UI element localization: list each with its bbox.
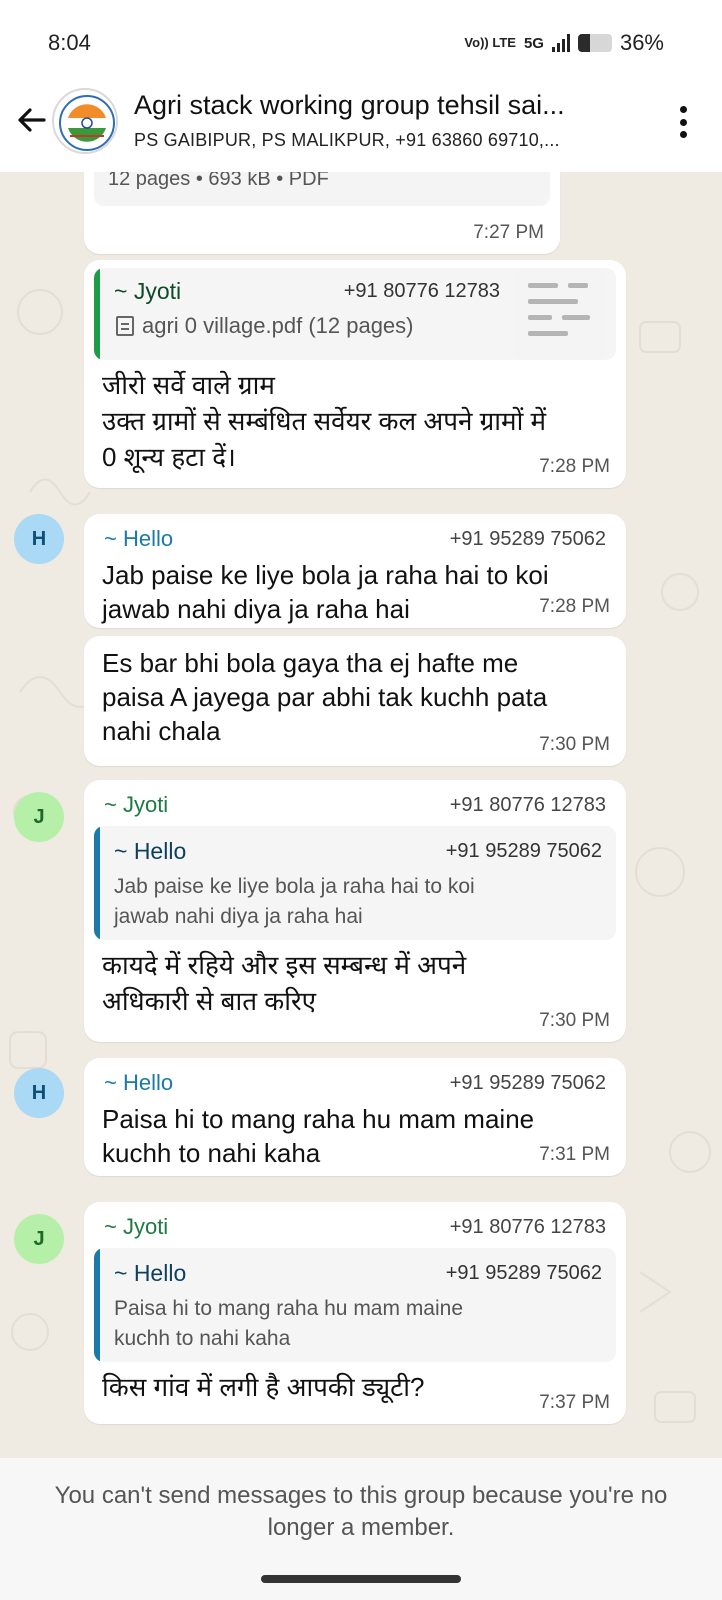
quote-text-line: Paisa hi to mang raha hu mam maine xyxy=(114,1297,464,1320)
signal-icon xyxy=(551,34,570,52)
message-text-line: अधिकारी से बात करिए xyxy=(102,986,317,1016)
chat-area[interactable]: 12 pages • 693 kB • PDF 7:27 PM ~ Jyoti … xyxy=(0,172,722,1458)
message-time: 7:30 PM xyxy=(539,734,610,755)
status-time: 8:04 xyxy=(48,30,91,55)
quote-sender: ~ Hello xyxy=(114,1260,187,1286)
avatar[interactable]: J xyxy=(14,1214,64,1264)
quoted-message[interactable]: ~ Hello +91 95289 75062 Jab paise ke liy… xyxy=(94,826,616,940)
battery-percent: 36% xyxy=(619,30,664,55)
document-preview[interactable]: 12 pages • 693 kB • PDF xyxy=(94,172,550,206)
message-time: 7:28 PM xyxy=(539,456,610,477)
message-time: 7:37 PM xyxy=(539,1392,610,1413)
message-bubble[interactable]: Es bar bhi bola gaya tha ej hafte me pai… xyxy=(84,636,626,766)
message-bubble[interactable]: ~ Jyoti +91 80776 12783 ~ Hello +91 9528… xyxy=(84,1202,626,1424)
message-text-line: किस गांव में लगी है आपकी ड्यूटी? xyxy=(102,1372,425,1402)
quoted-document[interactable]: ~ Jyoti +91 80776 12783 agri 0 village.p… xyxy=(94,268,616,360)
sender-phone: +91 95289 75062 xyxy=(449,1072,606,1094)
quote-sender: ~ Jyoti xyxy=(114,278,182,304)
chat-header[interactable]: Agri stack working group tehsil sai... P… xyxy=(0,88,722,172)
message-bubble[interactable]: ~ Hello +91 95289 75062 Paisa hi to mang… xyxy=(84,1058,626,1176)
message-text-line: 0 शून्य हटा दें। xyxy=(102,442,236,472)
quote-text-line: Jab paise ke liye bola ja raha hai to ko… xyxy=(114,875,475,898)
quote-phone: +91 80776 12783 xyxy=(343,280,500,302)
avatar[interactable]: H xyxy=(14,514,64,564)
quote-doc-name: agri 0 village.pdf (12 pages) xyxy=(142,313,414,338)
quote-text-line: kuchh to nahi kaha xyxy=(114,1327,291,1350)
network-type: 5G xyxy=(523,34,544,52)
message-bubble[interactable]: ~ Jyoti +91 80776 12783 ~ Hello +91 9528… xyxy=(84,780,626,1042)
sender-name[interactable]: ~ Hello xyxy=(104,1070,173,1096)
sender-phone: +91 95289 75062 xyxy=(449,528,606,550)
message-text-line: उक्त ग्रामों से सम्बंधित सर्वेयर कल अपने… xyxy=(102,406,547,436)
message-text-line: Jab paise ke liye bola ja raha hai to ko… xyxy=(102,560,549,590)
document-icon xyxy=(116,316,134,336)
quoted-message[interactable]: ~ Hello +91 95289 75062 Paisa hi to mang… xyxy=(94,1248,616,1362)
quote-text-line: jawab nahi diya ja raha hai xyxy=(114,905,363,928)
sender-name[interactable]: ~ Jyoti xyxy=(104,1214,168,1240)
message-time: 7:31 PM xyxy=(539,1144,610,1165)
sender-name[interactable]: ~ Jyoti xyxy=(104,792,168,818)
group-title[interactable]: Agri stack working group tehsil sai... xyxy=(134,90,654,121)
group-members[interactable]: PS GAIBIPUR, PS MALIKPUR, +91 63860 6971… xyxy=(134,130,654,151)
avatar[interactable]: H xyxy=(14,1068,64,1118)
message-text-line: jawab nahi diya ja raha hai xyxy=(102,594,410,624)
message-bubble[interactable]: ~ Jyoti +91 80776 12783 agri 0 village.p… xyxy=(84,260,626,488)
sender-name[interactable]: ~ Hello xyxy=(104,526,173,552)
volte-indicator: Vo)) LTE xyxy=(464,35,516,50)
quote-sender: ~ Hello xyxy=(114,838,187,864)
status-icons: Vo)) LTE 5G 36% xyxy=(464,30,664,56)
quote-bar xyxy=(94,268,100,360)
message-text-line: kuchh to nahi kaha xyxy=(102,1138,321,1168)
message-time: 7:28 PM xyxy=(539,596,610,617)
message-text-line: paisa A jayega par abhi tak kuchh pata xyxy=(102,682,548,712)
message-text-line: Es bar bhi bola gaya tha ej hafte me xyxy=(102,648,519,678)
message-bubble-document[interactable]: 12 pages • 693 kB • PDF 7:27 PM xyxy=(84,172,560,254)
quote-bar xyxy=(94,1248,100,1362)
message-text-line: जीरो सर्वे वाले ग्राम xyxy=(102,370,275,400)
status-bar: 8:04 Vo)) LTE 5G 36% xyxy=(0,0,722,88)
battery-fill xyxy=(577,34,591,52)
quote-bar xyxy=(94,826,100,940)
message-text-line: Paisa hi to mang raha hu mam maine xyxy=(102,1104,535,1134)
message-bubble[interactable]: ~ Hello +91 95289 75062 Jab paise ke liy… xyxy=(84,514,626,628)
message-text-line: nahi chala xyxy=(102,716,221,746)
avatar[interactable]: J xyxy=(14,792,64,842)
sender-phone: +91 80776 12783 xyxy=(449,1216,606,1238)
more-vertical-icon[interactable] xyxy=(678,106,688,138)
quote-phone: +91 95289 75062 xyxy=(445,1262,602,1284)
sender-phone: +91 80776 12783 xyxy=(449,794,606,816)
message-time: 7:30 PM xyxy=(539,1010,610,1031)
emblem-logo-icon xyxy=(56,92,116,152)
message-text-line: कायदे में रहिये और इस सम्बन्ध में अपने xyxy=(102,950,467,980)
arrow-left-icon[interactable] xyxy=(14,102,50,138)
quote-phone: +91 95289 75062 xyxy=(445,840,602,862)
group-avatar[interactable] xyxy=(52,88,118,154)
battery-icon xyxy=(577,34,612,52)
not-member-notice: You can't send messages to this group be… xyxy=(54,1482,668,1541)
home-gesture-bar[interactable] xyxy=(261,1575,461,1583)
document-thumbnail xyxy=(514,269,606,359)
message-time: 7:27 PM xyxy=(473,222,544,243)
document-info: 12 pages • 693 kB • PDF xyxy=(108,172,329,190)
